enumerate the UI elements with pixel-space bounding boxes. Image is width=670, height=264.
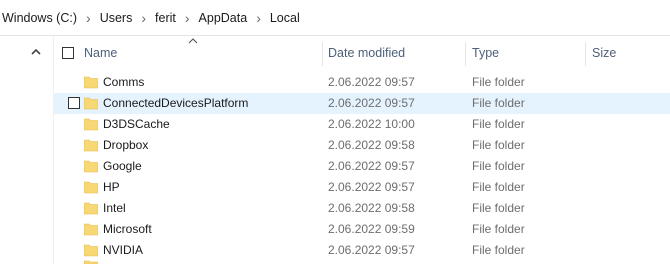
file-name: NVIDIA	[103, 243, 144, 257]
column-divider[interactable]	[585, 42, 586, 66]
file-name: Dropbox	[103, 138, 149, 152]
folder-icon	[84, 118, 98, 131]
folder-icon	[84, 223, 98, 236]
file-name: ConnectedDevicesPlatform	[103, 96, 249, 110]
file-type: File folder	[472, 222, 525, 236]
file-row[interactable]: D3DSCache 2.06.2022 10:00 File folder	[54, 114, 670, 135]
address-bar[interactable]: Windows (C:) › Users › ferit › AppData ›…	[0, 0, 670, 36]
file-name: HP	[103, 180, 120, 194]
file-type: File folder	[472, 243, 525, 257]
file-date: 2.06.2022 09:58	[328, 201, 415, 215]
file-type: File folder	[472, 138, 525, 152]
folder-icon	[84, 97, 98, 110]
select-all-checkbox[interactable]	[62, 47, 74, 59]
row-checkbox[interactable]	[68, 97, 80, 109]
file-row[interactable]: Microsoft 2.06.2022 09:59 File folder	[54, 219, 670, 240]
file-date: 2.06.2022 09:57	[328, 180, 415, 194]
chevron-right-icon[interactable]: ›	[249, 10, 268, 26]
column-header: Name Date modified Type Size	[54, 36, 670, 70]
file-row[interactable]: Google 2.06.2022 09:57 File folder	[54, 156, 670, 177]
file-row[interactable]: HP 2.06.2022 09:57 File folder	[54, 177, 670, 198]
file-name: D3DSCache	[103, 117, 170, 131]
file-row[interactable]: Dropbox 2.06.2022 09:58 File folder	[54, 135, 670, 156]
breadcrumb-item-users[interactable]: Users	[98, 11, 135, 25]
chevron-right-icon[interactable]: ›	[134, 10, 153, 26]
folder-icon	[84, 244, 98, 257]
file-name: Microsoft	[103, 222, 152, 236]
navigation-pane	[0, 36, 54, 264]
file-type: File folder	[472, 201, 525, 215]
file-date: 2.06.2022 09:57	[328, 243, 415, 257]
file-name: Intel	[103, 201, 126, 215]
column-date-modified[interactable]: Date modified	[324, 36, 464, 70]
file-date: 2.06.2022 10:00	[328, 117, 415, 131]
file-row[interactable]: NVIDIA 2.06.2022 09:57 File folder	[54, 240, 670, 261]
file-row[interactable]: Comms 2.06.2022 09:57 File folder	[54, 72, 670, 93]
breadcrumb-item-user[interactable]: ferit	[153, 11, 178, 25]
folder-icon	[84, 181, 98, 194]
file-name: Google	[103, 159, 142, 173]
chevron-right-icon[interactable]: ›	[178, 10, 197, 26]
chevron-right-icon[interactable]: ›	[79, 10, 98, 26]
folder-icon	[84, 202, 98, 215]
column-name[interactable]: Name	[80, 36, 320, 70]
column-divider[interactable]	[465, 42, 466, 66]
column-type[interactable]: Type	[468, 36, 583, 70]
folder-icon	[84, 76, 98, 89]
breadcrumb-item-appdata[interactable]: AppData	[197, 11, 250, 25]
file-date: 2.06.2022 09:57	[328, 96, 415, 110]
file-type: File folder	[472, 117, 525, 131]
folder-icon	[84, 139, 98, 152]
breadcrumb-item-local[interactable]: Local	[268, 11, 302, 25]
file-name: Comms	[103, 75, 145, 89]
folder-icon	[84, 260, 98, 264]
file-row[interactable]: Intel 2.06.2022 09:58 File folder	[54, 198, 670, 219]
file-date: 2.06.2022 09:57	[328, 159, 415, 173]
file-type: File folder	[472, 180, 525, 194]
folder-icon	[84, 160, 98, 173]
file-date: 2.06.2022 09:58	[328, 138, 415, 152]
file-type: File folder	[472, 159, 525, 173]
file-date: 2.06.2022 09:59	[328, 222, 415, 236]
column-divider[interactable]	[322, 42, 323, 66]
file-type: File folder	[472, 96, 525, 110]
file-date: 2.06.2022 09:57	[328, 75, 415, 89]
chevron-up-icon[interactable]	[28, 44, 44, 60]
file-row[interactable]: ConnectedDevicesPlatform 2.06.2022 09:57…	[54, 93, 670, 114]
file-type: File folder	[472, 75, 525, 89]
file-list: Comms 2.06.2022 09:57 File folder Connec…	[54, 72, 670, 261]
column-size[interactable]: Size	[588, 36, 668, 70]
breadcrumb: Windows (C:) › Users › ferit › AppData ›…	[0, 10, 302, 26]
breadcrumb-item-drive[interactable]: Windows (C:)	[0, 11, 79, 25]
